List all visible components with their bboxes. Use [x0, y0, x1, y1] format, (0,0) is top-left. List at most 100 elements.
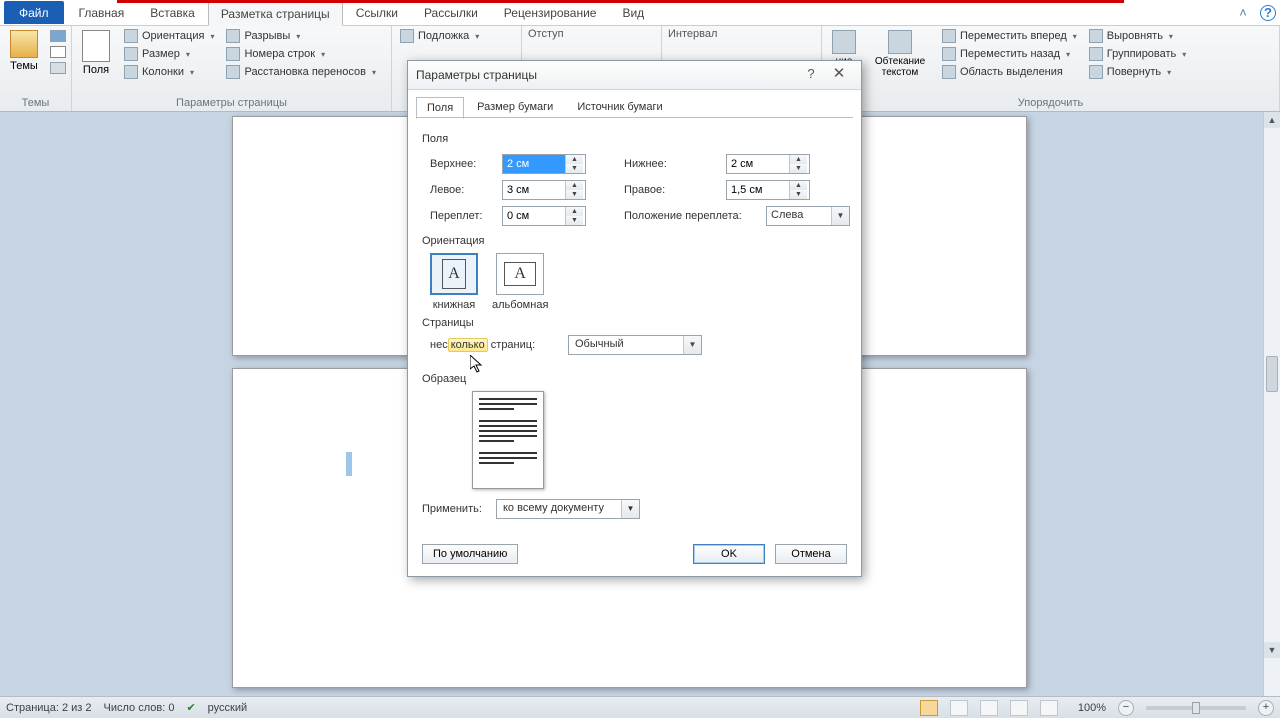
label-top: Верхнее:: [430, 158, 494, 170]
rotate-button[interactable]: Повернуть▾: [1087, 64, 1189, 80]
input-bottom[interactable]: [727, 155, 789, 173]
scroll-thumb[interactable]: [1266, 356, 1278, 392]
tab-references[interactable]: Ссылки: [343, 1, 411, 24]
input-gutter[interactable]: [503, 207, 565, 225]
spin-down-icon[interactable]: ▼: [790, 164, 807, 173]
bring-forward-button[interactable]: Переместить вперед▾: [940, 28, 1079, 44]
spin-down-icon[interactable]: ▼: [566, 190, 583, 199]
combo-apply-to[interactable]: ко всему документу ▼: [496, 499, 640, 519]
view-web-layout-button[interactable]: [980, 700, 998, 716]
scroll-up-icon[interactable]: ▲: [1264, 112, 1280, 128]
view-full-screen-button[interactable]: [950, 700, 968, 716]
spinner-right[interactable]: ▲▼: [726, 180, 810, 200]
zoom-percent[interactable]: 100%: [1078, 702, 1106, 714]
themes-label: Темы: [10, 60, 38, 72]
breaks-button[interactable]: Разрывы▾: [224, 28, 378, 44]
align-icon: [1089, 29, 1103, 43]
orientation-portrait-button[interactable]: A книжная: [430, 253, 478, 311]
themes-button[interactable]: Темы: [6, 28, 42, 74]
chevron-down-icon[interactable]: ▼: [831, 207, 849, 225]
tab-view[interactable]: Вид: [609, 1, 657, 24]
dialog-tab-paper[interactable]: Размер бумаги: [466, 96, 564, 118]
theme-fonts-icon[interactable]: [50, 46, 66, 58]
status-words[interactable]: Число слов: 0: [104, 702, 175, 714]
zoom-out-button[interactable]: −: [1118, 700, 1134, 716]
chevron-down-icon[interactable]: ▼: [621, 500, 639, 518]
cancel-button[interactable]: Отмена: [775, 544, 847, 564]
input-top[interactable]: [503, 155, 565, 173]
spinner-bottom[interactable]: ▲▼: [726, 154, 810, 174]
orientation-button[interactable]: Ориентация▾: [122, 28, 216, 44]
combo-gutter-pos[interactable]: Слева ▼: [766, 206, 850, 226]
group-page-setup-label: Параметры страницы: [78, 95, 385, 109]
tab-page-layout[interactable]: Разметка страницы: [208, 2, 343, 26]
chevron-down-icon: ▾: [321, 50, 325, 59]
chevron-down-icon: ▾: [210, 32, 214, 41]
selection-pane-button[interactable]: Область выделения: [940, 64, 1079, 80]
status-page[interactable]: Страница: 2 из 2: [6, 702, 92, 714]
input-left[interactable]: [503, 181, 565, 199]
view-draft-button[interactable]: [1040, 700, 1058, 716]
dialog-help-button[interactable]: ?: [797, 65, 825, 85]
breaks-label: Разрывы: [244, 30, 290, 42]
send-backward-button[interactable]: Переместить назад▾: [940, 46, 1079, 62]
zoom-slider[interactable]: [1146, 706, 1246, 710]
theme-effects-icon[interactable]: [50, 62, 66, 74]
columns-button[interactable]: Колонки▾: [122, 64, 216, 80]
orientation-icon: [124, 29, 138, 43]
chevron-down-icon[interactable]: ▼: [683, 336, 701, 354]
spin-down-icon[interactable]: ▼: [566, 164, 583, 173]
spin-up-icon[interactable]: ▲: [790, 181, 807, 190]
dialog-tab-layout[interactable]: Источник бумаги: [566, 96, 673, 118]
status-language[interactable]: русский: [208, 702, 247, 714]
proofing-icon[interactable]: ✔: [186, 701, 195, 714]
view-print-layout-button[interactable]: [920, 700, 938, 716]
spin-up-icon[interactable]: ▲: [566, 155, 583, 164]
zoom-slider-thumb[interactable]: [1192, 702, 1200, 714]
align-label: Выровнять: [1107, 30, 1163, 42]
group-button[interactable]: Группировать▾: [1087, 46, 1189, 62]
margins-icon: [82, 30, 110, 62]
zoom-in-button[interactable]: +: [1258, 700, 1274, 716]
default-button[interactable]: По умолчанию: [422, 544, 518, 564]
dialog-close-button[interactable]: ✕: [825, 65, 853, 85]
margins-button[interactable]: Поля: [78, 28, 114, 78]
spin-down-icon[interactable]: ▼: [790, 190, 807, 199]
spin-up-icon[interactable]: ▲: [566, 207, 583, 216]
scroll-down-icon[interactable]: ▼: [1264, 642, 1280, 658]
spinner-top[interactable]: ▲▼: [502, 154, 586, 174]
tab-file[interactable]: Файл: [4, 1, 64, 24]
spin-up-icon[interactable]: ▲: [566, 181, 583, 190]
minimize-ribbon-icon[interactable]: ˄: [1234, 4, 1252, 22]
wrap-text-button[interactable]: Обтекание текстом: [868, 28, 932, 80]
hyphenation-button[interactable]: Расстановка переносов▾: [224, 64, 378, 80]
watermark-button[interactable]: Подложка▾: [398, 28, 481, 44]
align-button[interactable]: Выровнять▾: [1087, 28, 1189, 44]
scroll-track[interactable]: [1266, 128, 1278, 642]
label-apply-to: Применить:: [422, 503, 488, 515]
size-button[interactable]: Размер▾: [122, 46, 216, 62]
group-objects-label: Группировать: [1107, 48, 1177, 60]
spinner-gutter[interactable]: ▲▼: [502, 206, 586, 226]
theme-colors-icon[interactable]: [50, 30, 66, 42]
ok-button[interactable]: OK: [693, 544, 765, 564]
tab-mailings[interactable]: Рассылки: [411, 1, 491, 24]
vertical-scrollbar[interactable]: ▲ ▼: [1263, 112, 1280, 702]
orientation-landscape-button[interactable]: A альбомная: [492, 253, 548, 311]
help-icon[interactable]: ?: [1260, 5, 1276, 21]
page-setup-dialog: Параметры страницы ? ✕ Поля Размер бумаг…: [407, 60, 862, 577]
tab-home[interactable]: Главная: [66, 1, 138, 24]
dialog-buttons: По умолчанию OK Отмена: [408, 534, 861, 576]
tab-insert[interactable]: Вставка: [137, 1, 208, 24]
input-right[interactable]: [727, 181, 789, 199]
combo-multipages[interactable]: Обычный ▼: [568, 335, 702, 355]
dialog-titlebar[interactable]: Параметры страницы ? ✕: [408, 61, 861, 90]
spin-up-icon[interactable]: ▲: [790, 155, 807, 164]
tab-review[interactable]: Рецензирование: [491, 1, 610, 24]
line-numbers-button[interactable]: Номера строк▾: [224, 46, 378, 62]
spinner-left[interactable]: ▲▼: [502, 180, 586, 200]
chevron-down-icon: ▾: [372, 68, 376, 77]
view-outline-button[interactable]: [1010, 700, 1028, 716]
dialog-tab-margins[interactable]: Поля: [416, 97, 464, 119]
spin-down-icon[interactable]: ▼: [566, 216, 583, 225]
